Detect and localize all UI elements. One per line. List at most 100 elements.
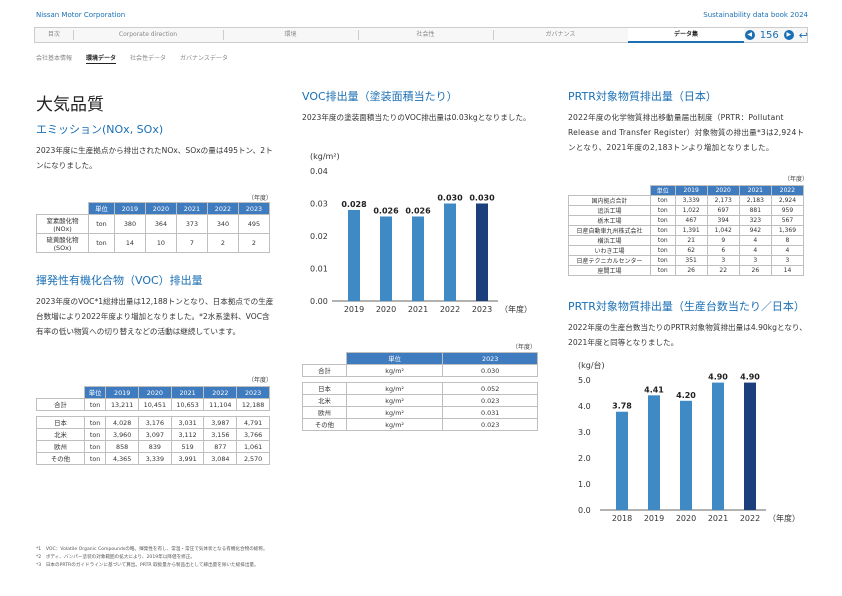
- table-cell: 3,766: [236, 428, 270, 441]
- table-cell: 394: [706, 215, 740, 226]
- table-cell: kg/m²: [345, 394, 444, 407]
- table-cell: 0.052: [442, 382, 538, 395]
- table-cell: 62: [674, 245, 708, 256]
- subnav-company[interactable]: 会社基本情報: [36, 53, 72, 64]
- table-cell: 3,156: [203, 428, 238, 441]
- table-cell: ton: [88, 214, 115, 234]
- table-cell: 10: [144, 233, 177, 253]
- table-cell: 欧州: [302, 406, 347, 419]
- table-cell: ton: [83, 398, 107, 411]
- x-tick-label: 2020: [676, 514, 696, 522]
- table-cell: 0.023: [442, 418, 538, 431]
- table-cell: 2,173: [706, 195, 740, 206]
- chart-bar: [380, 216, 392, 301]
- table-cell: 26: [738, 265, 772, 276]
- voc-area-chart: (kg/m²) 0.00 0.01 0.02 0.03 0.04 0.028 2019 0.02…: [310, 152, 532, 314]
- table-header-cell: [568, 185, 651, 196]
- table-cell: 14: [113, 233, 146, 253]
- table-cell: 3,176: [138, 416, 172, 429]
- data-label: 0.028: [341, 200, 367, 209]
- x-tick-label: 2019: [644, 514, 664, 522]
- subnav-social[interactable]: 社会性データ: [130, 53, 166, 64]
- table-cell: 1,061: [236, 440, 270, 453]
- subnav-governance[interactable]: ガバナンスデータ: [180, 53, 228, 64]
- chart-bar: [712, 382, 724, 510]
- table-cell: ton: [83, 440, 107, 453]
- table-cell: 3,960: [105, 428, 139, 441]
- y-tick-label: 5.0: [578, 376, 591, 385]
- nav-social[interactable]: 社会性: [358, 28, 493, 42]
- prtr-unit: （年度）: [784, 176, 809, 183]
- table-cell: 2: [237, 233, 271, 253]
- table-cell: 日本: [302, 382, 347, 395]
- table-cell: 697: [706, 205, 740, 216]
- table-cell: 3: [738, 255, 772, 266]
- prev-page-icon[interactable]: ◀: [744, 30, 755, 40]
- y-axis-label: (kg/m²): [310, 152, 340, 161]
- table-cell: その他: [36, 452, 85, 465]
- table-cell: 合計: [302, 364, 347, 377]
- chart-bar: [412, 216, 424, 301]
- brand-name: Nissan Motor Corporation: [36, 11, 126, 19]
- table-cell: kg/m²: [345, 418, 444, 431]
- table-cell: 追浜工場: [568, 205, 651, 216]
- table-cell: 340: [206, 214, 239, 234]
- y-tick-label: 0.00: [310, 297, 328, 306]
- table-cell: ton: [650, 215, 676, 226]
- chart-bar: [616, 411, 628, 510]
- voc-area-unit: （年度）: [512, 344, 537, 351]
- x-tick-label: 2023: [472, 305, 492, 314]
- data-label: 3.78: [612, 402, 632, 411]
- table-cell: 519: [170, 440, 205, 453]
- x-tick-label: 2019: [344, 305, 364, 314]
- table-cell: 2,183: [738, 195, 772, 206]
- nav-governance[interactable]: ガバナンス: [493, 28, 628, 42]
- voc-area-text: 2023年度の塗装面積当たりのVOC排出量は0.03kgとなりました。: [302, 113, 531, 122]
- table-cell: 0.031: [442, 406, 538, 419]
- prtr-heading: PRTR対象物質排出量（日本）: [568, 90, 717, 103]
- y-axis-label: (kg/台): [578, 360, 605, 370]
- table-cell: 21: [674, 235, 708, 246]
- table-cell: ton: [88, 233, 115, 253]
- x-tick-label: 2018: [612, 514, 632, 522]
- next-page-icon[interactable]: ▶: [783, 30, 794, 40]
- nav-toc[interactable]: 目次: [35, 28, 73, 42]
- voc-unit: （年度）: [248, 377, 273, 384]
- table-cell: 2,924: [770, 195, 805, 206]
- nav-environment[interactable]: 環境: [223, 28, 358, 42]
- table-header-cell: 2020: [706, 185, 740, 196]
- data-label: 4.41: [644, 385, 664, 394]
- table-cell: 1,022: [674, 205, 708, 216]
- footnotes: *1 VOC：Volatile Organic Compoundsの略。揮発性を…: [36, 546, 268, 570]
- table-header-cell: 2021: [738, 185, 772, 196]
- nav-corporate[interactable]: Corporate direction: [73, 28, 223, 42]
- table-cell: 351: [674, 255, 708, 266]
- table-cell: 日産テクニカルセンター: [568, 255, 651, 266]
- table-cell: ton: [650, 235, 676, 246]
- table-header-cell: 2023: [236, 386, 270, 399]
- table-cell: その他: [302, 418, 347, 431]
- table-cell: いわき工場: [568, 245, 651, 256]
- y-tick-label: 0.04: [310, 167, 328, 176]
- y-tick-label: 1.0: [578, 480, 591, 489]
- table-cell: 3,112: [170, 428, 205, 441]
- table-cell: 日産自動車九州株式会社: [568, 225, 651, 236]
- table-cell: 横浜工場: [568, 235, 651, 246]
- emission-unit: （年度）: [248, 195, 273, 202]
- table-cell: 323: [738, 215, 772, 226]
- table-cell: 3: [770, 255, 805, 266]
- table-header-cell: 2020: [144, 202, 177, 215]
- table-cell: 373: [175, 214, 208, 234]
- emission-table: 単位 2019 2020 2021 2022 2023 窒素酸化物(NOx) ton 380 3…: [36, 202, 271, 253]
- back-icon[interactable]: ↩: [799, 29, 808, 42]
- table-cell: 1,369: [770, 225, 805, 236]
- voc-text: 2023年度のVOC*1総排出量は12,188トンとなり、日本拠点での生産台数増…: [36, 297, 274, 336]
- nav-data[interactable]: データ集: [628, 28, 744, 43]
- table-header-cell: 2019: [105, 386, 139, 399]
- voc-area-heading: VOC排出量（塗装面積当たり）: [302, 90, 458, 103]
- data-label: 0.030: [469, 194, 495, 203]
- table-cell: 座間工場: [568, 265, 651, 276]
- subnav-environment[interactable]: 環境データ: [86, 53, 117, 64]
- book-title: Sustainability data book 2024: [703, 11, 808, 19]
- top-nav: 目次 Corporate direction 環境 社会性 ガバナンス データ集: [34, 27, 808, 43]
